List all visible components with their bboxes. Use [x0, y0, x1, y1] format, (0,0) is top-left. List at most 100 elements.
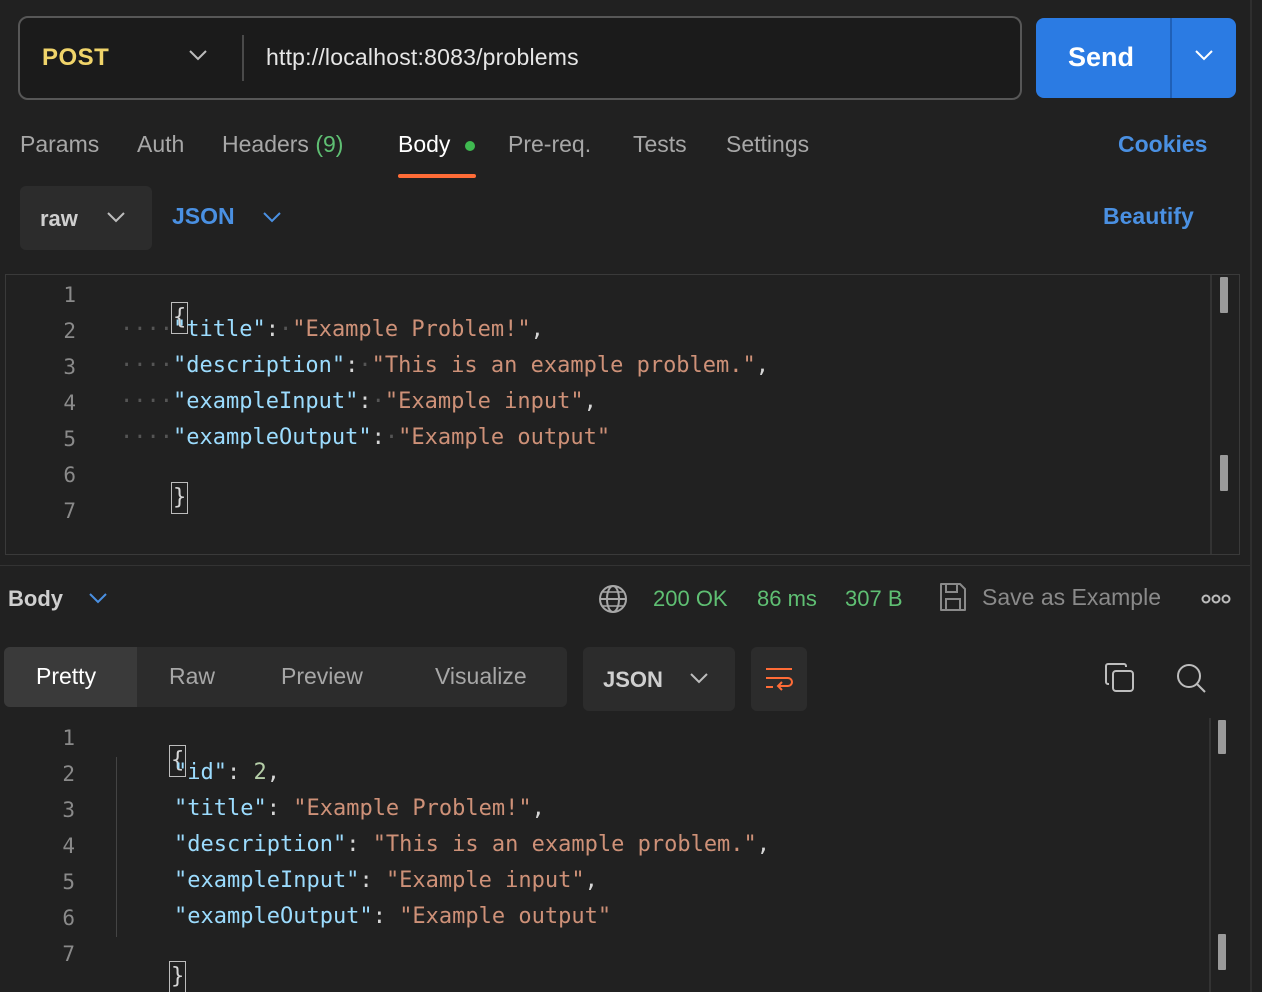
send-label: Send [1068, 42, 1135, 72]
json-string: "Example output" [399, 904, 612, 929]
response-format-select[interactable]: JSON [583, 647, 735, 711]
wrap-lines-button[interactable] [751, 647, 807, 711]
json-key: "title" [172, 317, 266, 342]
line-number: 7 [62, 942, 75, 966]
matched-brace: } [170, 482, 189, 514]
json-key: "description" [174, 832, 347, 857]
search-icon[interactable] [1175, 662, 1207, 694]
request-bar: POST http://localhost:8083/problems [18, 16, 1022, 100]
response-format-label: JSON [603, 667, 663, 692]
code-line: ····"title":·"Example Problem!", [120, 317, 544, 342]
tab-headers[interactable]: Headers (9) [222, 131, 343, 158]
response-view-tabs: Pretty Raw Preview Visualize [4, 647, 567, 707]
json-key: "exampleOutput" [174, 904, 373, 929]
body-mode-label: raw [40, 206, 78, 231]
send-options-button[interactable] [1172, 18, 1236, 98]
json-key: "description" [172, 353, 346, 378]
tab-pretty-label: Pretty [36, 663, 97, 689]
json-string: "Example Problem!" [292, 317, 531, 342]
body-mode-select[interactable]: raw [20, 186, 152, 250]
cookies-link[interactable]: Cookies [1118, 131, 1207, 158]
json-string: "Example Problem!" [293, 796, 532, 821]
status-code[interactable]: 200 OK [653, 586, 728, 612]
method-select[interactable]: POST [20, 18, 242, 98]
code-line: ····"description":·"This is an example p… [120, 353, 770, 378]
wrap-lines-icon [766, 668, 793, 691]
json-string: "This is an example problem." [371, 353, 756, 378]
tab-settings[interactable]: Settings [726, 131, 809, 158]
json-key: "exampleInput" [172, 389, 359, 414]
body-indicator-dot [465, 141, 475, 151]
line-number: 3 [63, 355, 76, 379]
line-number: 7 [63, 499, 76, 523]
chevron-down-icon [1195, 50, 1213, 61]
line-number: 3 [62, 798, 75, 822]
active-tab-underline [398, 174, 476, 178]
chevron-down-icon [189, 50, 207, 61]
save-icon[interactable] [938, 581, 968, 613]
response-body-label[interactable]: Body [8, 586, 63, 612]
save-as-example-button[interactable]: Save as Example [982, 584, 1161, 611]
json-number: 2 [253, 760, 267, 785]
tab-raw-label: Raw [169, 663, 216, 689]
code-line: "exampleOutput": "Example output" [174, 904, 612, 929]
json-key: "title" [174, 796, 267, 821]
more-icon[interactable] [1201, 594, 1231, 604]
line-number: 5 [62, 870, 75, 894]
response-size[interactable]: 307 B [845, 586, 903, 612]
indent-guide [116, 757, 117, 937]
tab-prereq[interactable]: Pre-req. [508, 131, 591, 158]
chevron-down-icon[interactable] [88, 591, 108, 605]
method-label: POST [42, 44, 110, 71]
tab-preview-label: Preview [281, 663, 363, 689]
line-number: 6 [62, 906, 75, 930]
scrollbar-thumb[interactable] [1220, 277, 1228, 313]
line-number: 4 [62, 834, 75, 858]
send-button[interactable]: Send [1036, 18, 1170, 98]
code-line: ····"exampleOutput":·"Example output" [120, 425, 611, 450]
divider [0, 565, 1250, 566]
code-line: ····"exampleInput":·"Example input", [120, 389, 597, 414]
json-key: "exampleOutput" [172, 425, 372, 450]
request-body-editor[interactable]: 1 2 3 4 5 6 7 { ····"title":·"Example Pr… [5, 274, 1240, 555]
scrollbar-thumb[interactable] [1218, 934, 1226, 970]
chevron-down-icon[interactable] [262, 210, 282, 224]
json-string: "Example input" [384, 389, 584, 414]
chevron-down-icon [107, 212, 125, 223]
code-line: "description": "This is an example probl… [174, 832, 771, 857]
chevron-down-icon [690, 673, 708, 684]
json-key: "exampleInput" [174, 868, 360, 893]
tab-params[interactable]: Params [20, 131, 99, 158]
panel-border [1250, 0, 1252, 992]
beautify-button[interactable]: Beautify [1103, 203, 1194, 230]
response-time[interactable]: 86 ms [757, 586, 817, 612]
tab-visualize[interactable]: Visualize [404, 647, 567, 707]
line-number: 2 [62, 762, 75, 786]
line-number: 1 [62, 726, 75, 750]
scrollbar-track [1210, 275, 1212, 554]
matched-brace: } [168, 961, 187, 992]
headers-count: (9) [315, 131, 344, 157]
response-body-viewer[interactable]: 1 2 3 4 5 6 7 { "id": 2, "title": "Examp… [0, 718, 1250, 992]
body-language-select[interactable]: JSON [172, 203, 235, 230]
line-number: 2 [63, 319, 76, 343]
scrollbar-thumb[interactable] [1220, 455, 1228, 491]
tab-auth[interactable]: Auth [137, 131, 184, 158]
code-line: } [116, 936, 187, 992]
code-line: } [118, 457, 189, 539]
tab-body[interactable]: Body [398, 131, 450, 158]
line-number: 5 [63, 427, 76, 451]
json-string: "This is an example problem." [372, 832, 757, 857]
tab-preview[interactable]: Preview [249, 647, 404, 707]
url-input[interactable]: http://localhost:8083/problems [266, 44, 579, 71]
tab-visualize-label: Visualize [435, 663, 527, 689]
json-string: "Example output" [398, 425, 611, 450]
scrollbar-thumb[interactable] [1218, 720, 1226, 754]
tab-raw[interactable]: Raw [137, 647, 249, 707]
line-number: 4 [63, 391, 76, 415]
globe-icon[interactable] [598, 584, 628, 614]
copy-icon[interactable] [1104, 662, 1136, 694]
tab-tests[interactable]: Tests [633, 131, 687, 158]
code-line: "exampleInput": "Example input", [174, 868, 598, 893]
tab-pretty[interactable]: Pretty [4, 647, 137, 707]
